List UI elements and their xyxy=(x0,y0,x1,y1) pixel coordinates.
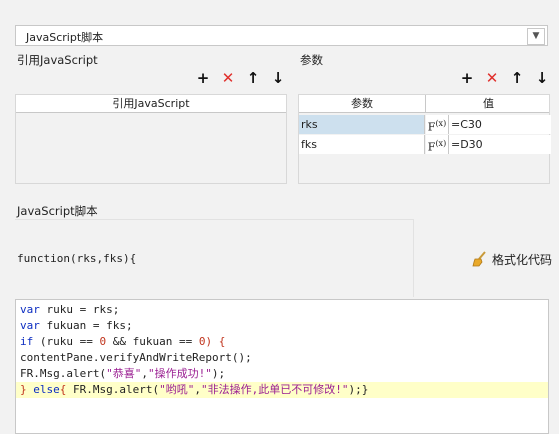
params-toolbar: + ✕ ↑ ↓ xyxy=(459,70,550,86)
code-editor[interactable]: var ruku = rks; var fukuan = fks; if (ruku… xyxy=(15,299,549,434)
code-line: FR.Msg.alert("恭喜","操作成功!"); xyxy=(20,367,226,380)
broom-icon xyxy=(472,251,486,267)
param-name-cell[interactable]: fks xyxy=(299,135,425,154)
chevron-down-icon[interactable]: ▼ xyxy=(527,28,545,45)
ref-toolbar: + ✕ ↑ ↓ xyxy=(195,70,286,86)
param-row[interactable]: fks F(x) =D30 xyxy=(299,135,551,154)
params-table: 参数 值 rks F(x) =C30 fks F(x) =D30 xyxy=(298,94,551,184)
signature-area: function(rks,fks){ xyxy=(15,219,414,297)
param-name-cell[interactable]: rks xyxy=(299,115,425,134)
arrow-up-icon[interactable]: ↑ xyxy=(245,70,261,86)
delete-icon[interactable]: ✕ xyxy=(220,70,236,86)
ref-section-title: 引用JavaScript xyxy=(17,53,98,67)
format-code-button[interactable]: 格式化代码 xyxy=(472,250,552,268)
formula-icon[interactable]: F(x) xyxy=(426,115,449,134)
script-type-value: JavaScript脚本 xyxy=(26,31,104,44)
format-code-label: 格式化代码 xyxy=(492,252,553,267)
param-row[interactable]: rks F(x) =C30 xyxy=(299,115,551,134)
script-section-title: JavaScript脚本 xyxy=(17,204,98,218)
arrow-down-icon[interactable]: ↓ xyxy=(534,70,550,86)
param-value-cell[interactable]: =C30 xyxy=(449,115,551,134)
arrow-down-icon[interactable]: ↓ xyxy=(270,70,286,86)
script-type-dropdown[interactable]: JavaScript脚本 ▼ xyxy=(15,25,548,46)
ref-table: 引用JavaScript xyxy=(15,94,287,184)
code-line: var fukuan = fks; xyxy=(20,319,133,332)
code-line: } else{ FR.Msg.alert("哟吼","非法操作,此单已不可修改!… xyxy=(16,382,548,398)
add-icon[interactable]: + xyxy=(195,70,211,86)
code-line: if (ruku == 0 && fukuan == 0) { xyxy=(20,335,226,348)
params-table-header: 参数 值 xyxy=(299,95,549,113)
function-signature: function(rks,fks){ xyxy=(17,252,137,265)
add-icon[interactable]: + xyxy=(459,70,475,86)
param-value-cell[interactable]: =D30 xyxy=(449,135,551,154)
arrow-up-icon[interactable]: ↑ xyxy=(509,70,525,86)
params-col-name: 参数 xyxy=(351,97,373,110)
params-rows: rks F(x) =C30 fks F(x) =D30 xyxy=(299,115,551,155)
ref-table-header: 引用JavaScript xyxy=(16,95,286,113)
formula-icon[interactable]: F(x) xyxy=(426,135,449,154)
code-line: contentPane.verifyAndWriteReport(); xyxy=(20,351,252,364)
params-col-value: 值 xyxy=(483,97,494,110)
params-section-title: 参数 xyxy=(300,53,323,67)
code-line: var ruku = rks; xyxy=(20,303,120,316)
delete-icon[interactable]: ✕ xyxy=(484,70,500,86)
